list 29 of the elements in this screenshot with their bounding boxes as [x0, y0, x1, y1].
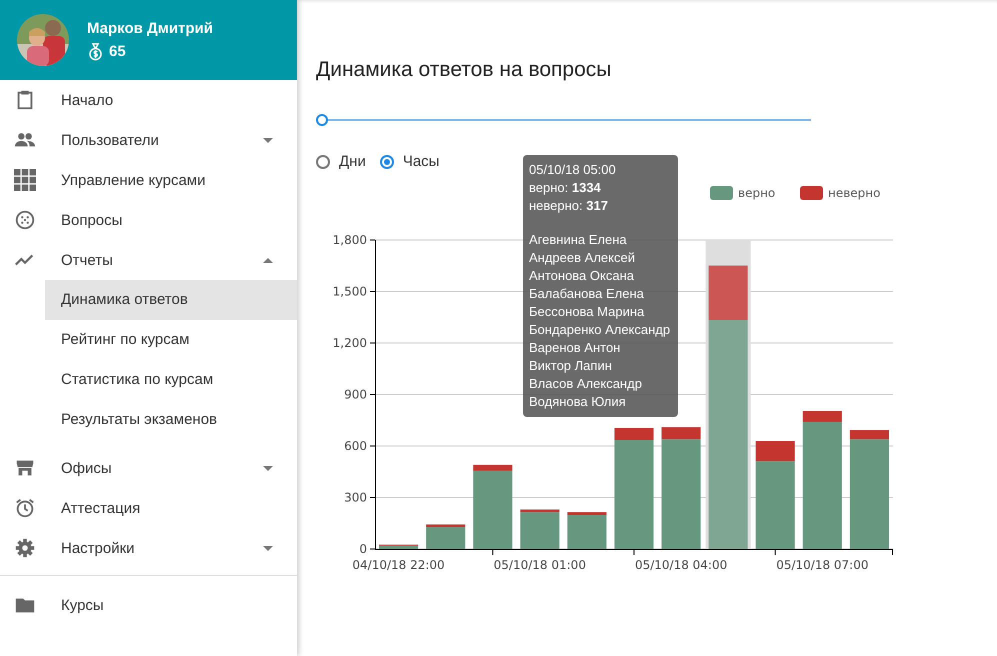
- axis-tick-label: 900: [344, 388, 367, 402]
- tooltip-name: Балабанова Елена: [529, 285, 644, 303]
- tooltip-name: Андреев Алексей: [529, 249, 635, 267]
- axis-tick-label: 300: [344, 490, 367, 504]
- tooltip-name: Бондаренко Александр: [529, 321, 670, 339]
- tooltip-name: Власов Александр: [529, 375, 642, 393]
- axis-tick-label: 1,500: [332, 284, 367, 298]
- axis-tick-label: 600: [344, 439, 367, 453]
- tooltip-name: Агевнина Елена: [529, 231, 627, 249]
- tooltip-name: Варенов Антон: [529, 339, 620, 357]
- user-name: Марков Дмитрий: [87, 20, 213, 36]
- tooltip-name: Виктор Лапин: [529, 357, 612, 375]
- tooltip-name: Водянова Юлия: [529, 393, 626, 411]
- axis-tick-label: 1,200: [332, 336, 367, 350]
- page-title: Динамика ответов на вопросы: [316, 58, 612, 82]
- axis-tick-label: 04/10/18 22:00: [352, 558, 445, 572]
- tooltip-date: 05/10/18 05:00: [529, 161, 616, 179]
- axis-tick-label: 05/10/18 04:00: [634, 558, 728, 572]
- legend-label: неверно: [828, 186, 880, 200]
- tooltip-name: Антонова Оксана: [529, 267, 634, 285]
- legend-label: верно: [738, 186, 776, 200]
- axis-tick-label: 1,800: [332, 233, 367, 247]
- coin-count: 65: [109, 42, 126, 60]
- tooltip-value: верно: 1334: [529, 179, 601, 197]
- axis-tick-label: 0: [359, 542, 367, 556]
- tooltip-value: неверно: 317: [529, 197, 608, 215]
- axis-tick-label: 05/10/18 01:00: [494, 558, 586, 572]
- tooltip-name: Бессонова Марина: [529, 303, 644, 321]
- axis-tick-label: 05/10/18 07:00: [776, 558, 868, 572]
